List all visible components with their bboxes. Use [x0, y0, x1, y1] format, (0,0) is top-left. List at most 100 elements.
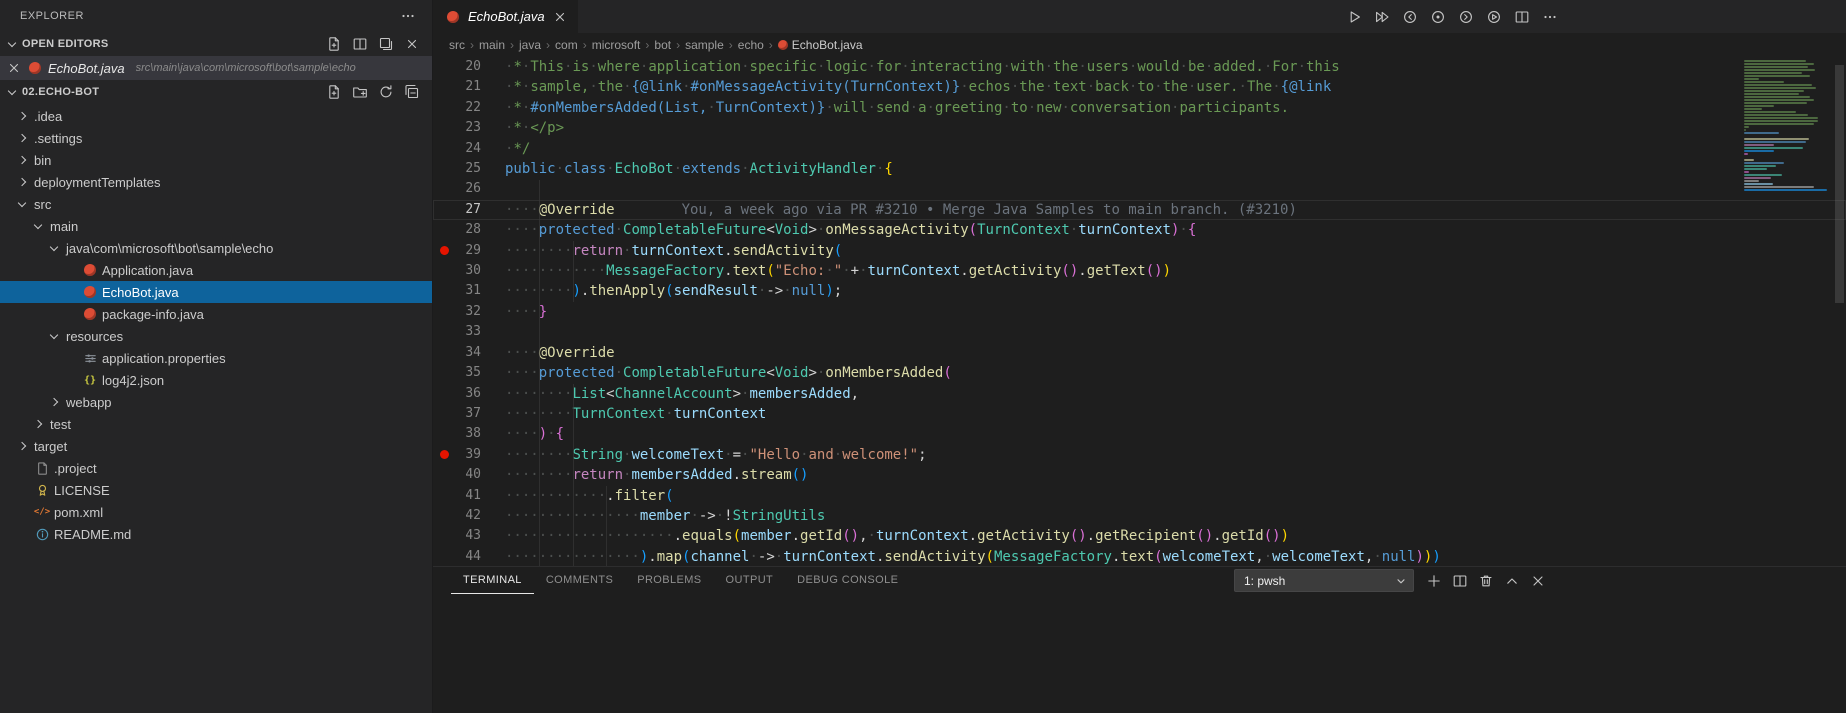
code-text[interactable]: ········List<ChannelAccount>·membersAdde…: [505, 384, 1846, 404]
tab-echobot-java[interactable]: EchoBot.java: [433, 0, 578, 33]
breakpoint-gutter[interactable]: [433, 302, 455, 322]
breakpoint-gutter[interactable]: [433, 139, 455, 159]
code-line-38[interactable]: 38····)·{: [433, 424, 1846, 444]
code-line-31[interactable]: 31········).thenApply(sendResult·->·null…: [433, 281, 1846, 301]
breadcrumb-src[interactable]: src: [449, 38, 465, 52]
tree-item-src[interactable]: src: [0, 193, 432, 215]
breakpoint-gutter[interactable]: [433, 486, 455, 506]
new-terminal-icon[interactable]: [1426, 573, 1442, 589]
code-line-40[interactable]: 40········return·membersAdded.stream(): [433, 465, 1846, 485]
minimap[interactable]: [1744, 60, 1832, 192]
breadcrumb-sample[interactable]: sample: [685, 38, 724, 52]
breakpoint-gutter[interactable]: [433, 98, 455, 118]
breakpoint-gutter[interactable]: [433, 424, 455, 444]
run-all-icon[interactable]: [1374, 9, 1390, 25]
code-line-30[interactable]: 30············MessageFactory.text("Echo:…: [433, 261, 1846, 281]
breakpoint-gutter[interactable]: [433, 404, 455, 424]
tree-item-idea[interactable]: .idea: [0, 105, 432, 127]
breadcrumb-echo[interactable]: echo: [738, 38, 764, 52]
code-line-34[interactable]: 34····@Override: [433, 343, 1846, 363]
code-line-41[interactable]: 41············.filter(: [433, 486, 1846, 506]
kill-terminal-icon[interactable]: [1478, 573, 1494, 589]
terminal-content[interactable]: [433, 594, 1846, 713]
panel-tab-comments[interactable]: COMMENTS: [534, 567, 625, 594]
breakpoint-gutter[interactable]: [433, 281, 455, 301]
breakpoint-icon[interactable]: [440, 246, 449, 255]
breakpoint-gutter[interactable]: [433, 159, 455, 179]
code-line-39[interactable]: 39········String·welcomeText·=·"Hello·an…: [433, 445, 1846, 465]
code-text[interactable]: [505, 322, 1846, 342]
code-text[interactable]: ········TurnContext·turnContext: [505, 404, 1846, 424]
tree-item-pom-xml[interactable]: </>pom.xml: [0, 501, 432, 523]
tree-item-target[interactable]: target: [0, 435, 432, 457]
code-line-28[interactable]: 28····protected·CompletableFuture<Void>·…: [433, 220, 1846, 240]
code-line-32[interactable]: 32····}: [433, 302, 1846, 322]
breakpoint-gutter[interactable]: [433, 220, 455, 240]
code-text[interactable]: [505, 179, 1846, 199]
open-editors-section-header[interactable]: OPEN EDITORS: [0, 32, 432, 56]
breakpoint-gutter[interactable]: [433, 384, 455, 404]
terminal-profile-select[interactable]: 1: pwsh: [1234, 569, 1414, 592]
tree-item-resources[interactable]: resources: [0, 325, 432, 347]
code-text[interactable]: ·*·#onMembersAdded(List,·TurnContext)}·w…: [505, 98, 1846, 118]
tree-item-deploymenttemplates[interactable]: deploymentTemplates: [0, 171, 432, 193]
breakpoint-gutter[interactable]: [433, 322, 455, 342]
breakpoint-gutter[interactable]: [433, 445, 455, 465]
code-line-35[interactable]: 35····protected·CompletableFuture<Void>·…: [433, 363, 1846, 383]
code-text[interactable]: ····protected·CompletableFuture<Void>·on…: [505, 220, 1846, 240]
collapse-folders-icon[interactable]: [404, 84, 420, 100]
editor-layout-icon[interactable]: [352, 36, 368, 52]
breadcrumb-bot[interactable]: bot: [654, 38, 671, 52]
continue-icon[interactable]: [1486, 9, 1502, 25]
refresh-explorer-icon[interactable]: [378, 84, 394, 100]
tree-item-application-properties[interactable]: application.properties: [0, 347, 432, 369]
tree-item-bin[interactable]: bin: [0, 149, 432, 171]
close-panel-icon[interactable]: [1530, 573, 1546, 589]
breakpoint-icon[interactable]: [440, 450, 449, 459]
code-text[interactable]: ····················.equals(member.getId…: [505, 526, 1846, 546]
breakpoint-gutter[interactable]: [433, 465, 455, 485]
code-text[interactable]: ············MessageFactory.text("Echo:·"…: [505, 261, 1846, 281]
code-line-44[interactable]: 44················).map(channel·->·turnC…: [433, 547, 1846, 566]
code-text[interactable]: ········String·welcomeText·=·"Hello·and·…: [505, 445, 1846, 465]
maximize-panel-icon[interactable]: [1504, 573, 1520, 589]
code-text[interactable]: ·*·sample,·the·{@link·#onMessageActivity…: [505, 77, 1846, 97]
tree-item-project[interactable]: .project: [0, 457, 432, 479]
tree-item-echobot-java[interactable]: EchoBot.java: [0, 281, 432, 303]
tree-item-main[interactable]: main: [0, 215, 432, 237]
split-terminal-icon[interactable]: [1452, 573, 1468, 589]
save-all-icon[interactable]: [378, 36, 394, 52]
breadcrumb-main[interactable]: main: [479, 38, 505, 52]
new-file-icon[interactable]: [326, 84, 342, 100]
views-more-actions-icon[interactable]: [400, 8, 416, 24]
code-line-37[interactable]: 37········TurnContext·turnContext: [433, 404, 1846, 424]
open-editor-item-echobot[interactable]: EchoBot.java src\main\java\com\microsoft…: [0, 56, 432, 80]
code-text[interactable]: ·*·</p>: [505, 118, 1846, 138]
code-text[interactable]: ················).map(channel·->·turnCon…: [505, 547, 1846, 566]
code-text[interactable]: ····protected·CompletableFuture<Void>·on…: [505, 363, 1846, 383]
code-line-36[interactable]: 36········List<ChannelAccount>·membersAd…: [433, 384, 1846, 404]
code-line-27[interactable]: 27····@OverrideYou, a week ago via PR #3…: [433, 200, 1846, 220]
step-forward-icon[interactable]: [1458, 9, 1474, 25]
code-line-43[interactable]: 43····················.equals(member.get…: [433, 526, 1846, 546]
tree-item-webapp[interactable]: webapp: [0, 391, 432, 413]
editor-scrollbar[interactable]: [1835, 65, 1844, 303]
breakpoint-gutter[interactable]: [433, 57, 455, 77]
code-line-20[interactable]: 20·*·This·is·where·application·specific·…: [433, 57, 1846, 77]
code-text[interactable]: ·*/: [505, 139, 1846, 159]
code-text[interactable]: ····}: [505, 302, 1846, 322]
code-line-33[interactable]: 33: [433, 322, 1846, 342]
breakpoint-gutter[interactable]: [433, 118, 455, 138]
tree-item-package-info-java[interactable]: package-info.java: [0, 303, 432, 325]
breadcrumb-microsoft[interactable]: microsoft: [592, 38, 641, 52]
panel-tab-debug-console[interactable]: DEBUG CONSOLE: [785, 567, 910, 594]
code-line-23[interactable]: 23·*·</p>: [433, 118, 1846, 138]
new-untitled-file-icon[interactable]: [326, 36, 342, 52]
breakpoint-gutter[interactable]: [433, 261, 455, 281]
code-line-25[interactable]: 25public·class·EchoBot·extends·ActivityH…: [433, 159, 1846, 179]
panel-tab-terminal[interactable]: TERMINAL: [451, 567, 534, 594]
tree-item-test[interactable]: test: [0, 413, 432, 435]
breakpoint-gutter[interactable]: [433, 526, 455, 546]
split-editor-icon[interactable]: [1514, 9, 1530, 25]
tree-item-application-java[interactable]: Application.java: [0, 259, 432, 281]
